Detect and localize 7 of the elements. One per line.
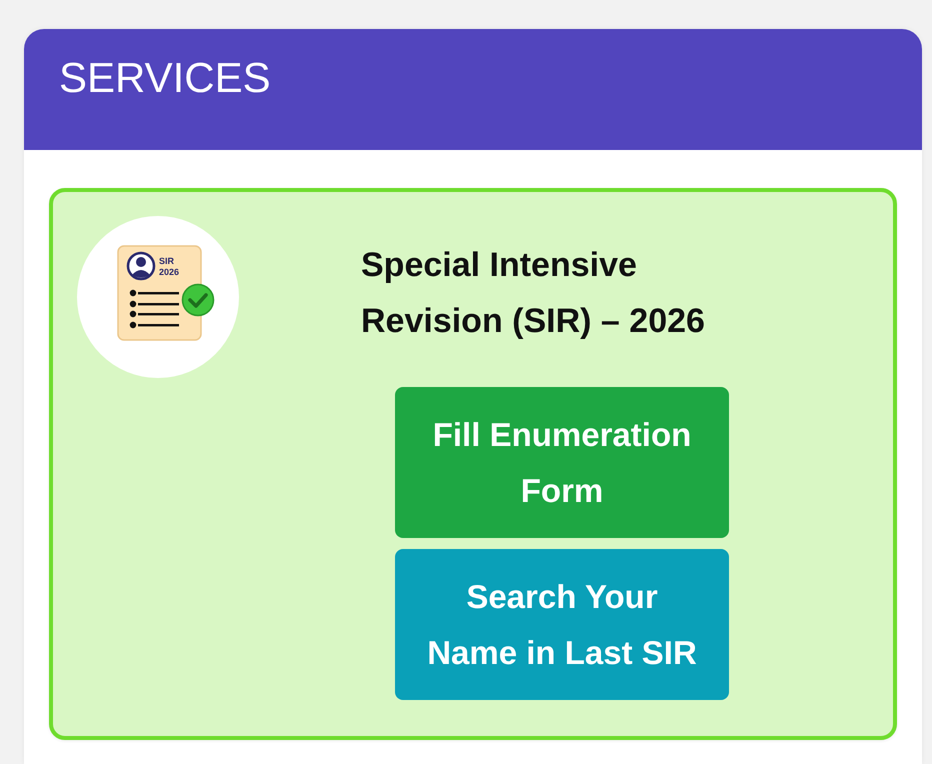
fill-form-button[interactable]: Fill Enumeration Form: [395, 387, 729, 538]
service-title: Special Intensive Revision (SIR) – 2026: [361, 245, 706, 342]
panel-title: SERVICES: [59, 55, 271, 101]
search-name-button[interactable]: Search Your Name in Last SIR: [395, 549, 729, 700]
icon-label: SIR: [159, 256, 174, 266]
icon-label: 2026: [159, 267, 180, 277]
check-icon: [182, 284, 214, 316]
